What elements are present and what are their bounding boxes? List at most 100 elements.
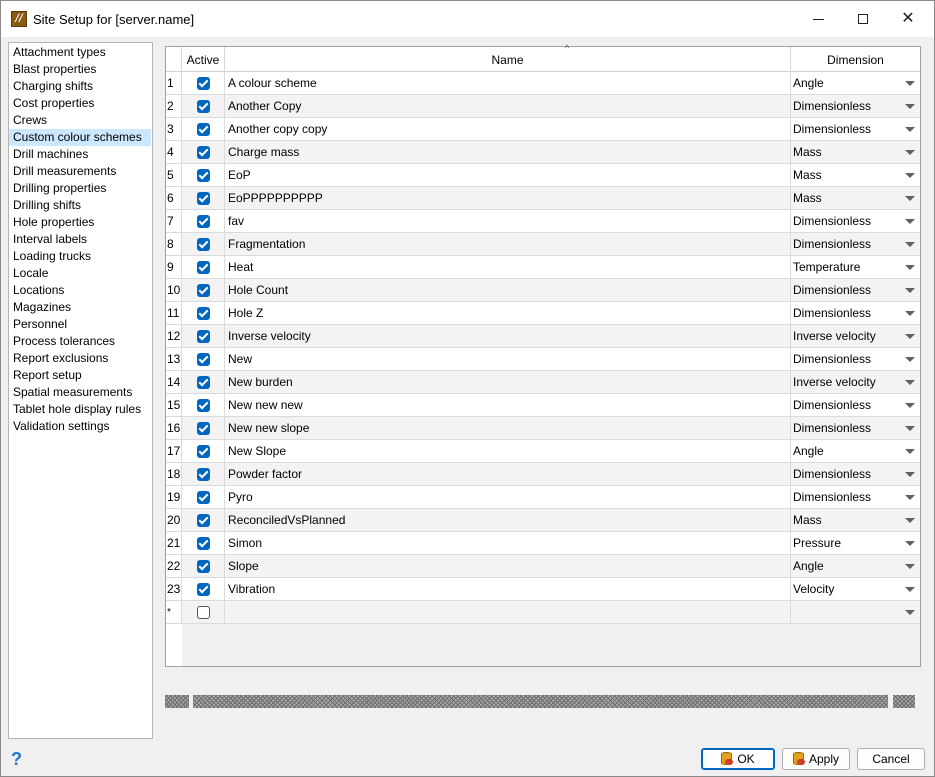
table-row[interactable]: 9 Heat Temperature bbox=[166, 256, 920, 279]
active-checkbox[interactable] bbox=[197, 261, 210, 274]
sidebar-item[interactable]: Loading trucks bbox=[9, 248, 152, 265]
active-checkbox[interactable] bbox=[197, 330, 210, 343]
active-checkbox[interactable] bbox=[197, 169, 210, 182]
sidebar-item[interactable]: Crews bbox=[9, 112, 152, 129]
dimension-dropdown[interactable]: Dimensionless bbox=[791, 394, 920, 416]
table-row[interactable]: 7 fav Dimensionless bbox=[166, 210, 920, 233]
name-cell[interactable]: Fragmentation bbox=[225, 233, 791, 255]
dimension-dropdown[interactable]: Angle bbox=[791, 72, 920, 94]
name-cell[interactable]: Vibration bbox=[225, 578, 791, 600]
name-cell[interactable]: Another Copy bbox=[225, 95, 791, 117]
name-cell[interactable]: Hole Count bbox=[225, 279, 791, 301]
table-row[interactable]: 23 Vibration Velocity bbox=[166, 578, 920, 601]
table-row[interactable]: 10 Hole Count Dimensionless bbox=[166, 279, 920, 302]
sidebar-item[interactable]: Charging shifts bbox=[9, 78, 152, 95]
table-row[interactable]: 12 Inverse velocity Inverse velocity bbox=[166, 325, 920, 348]
table-row[interactable]: 22 Slope Angle bbox=[166, 555, 920, 578]
table-row[interactable]: 21 Simon Pressure bbox=[166, 532, 920, 555]
dimension-dropdown[interactable]: Dimensionless bbox=[791, 95, 920, 117]
name-cell[interactable]: New new slope bbox=[225, 417, 791, 439]
table-row[interactable]: 13 New Dimensionless bbox=[166, 348, 920, 371]
column-header-name[interactable]: ^ Name bbox=[225, 43, 791, 72]
table-row[interactable]: 8 Fragmentation Dimensionless bbox=[166, 233, 920, 256]
sidebar-item[interactable]: Locations bbox=[9, 282, 152, 299]
active-checkbox[interactable] bbox=[197, 215, 210, 228]
name-cell[interactable]: New new new bbox=[225, 394, 791, 416]
name-cell[interactable]: New bbox=[225, 348, 791, 370]
table-row[interactable]: 6 EoPPPPPPPPPP Mass bbox=[166, 187, 920, 210]
sidebar-item[interactable]: Drilling shifts bbox=[9, 197, 152, 214]
dimension-dropdown[interactable]: Mass bbox=[791, 141, 920, 163]
sidebar-item[interactable]: Drill machines bbox=[9, 146, 152, 163]
dimension-dropdown[interactable]: Mass bbox=[791, 164, 920, 186]
dimension-dropdown[interactable] bbox=[791, 601, 920, 623]
active-checkbox[interactable] bbox=[197, 583, 210, 596]
name-cell[interactable]: Simon bbox=[225, 532, 791, 554]
table-row[interactable]: 17 New Slope Angle bbox=[166, 440, 920, 463]
table-row[interactable]: 18 Powder factor Dimensionless bbox=[166, 463, 920, 486]
name-cell[interactable]: Charge mass bbox=[225, 141, 791, 163]
active-checkbox[interactable] bbox=[197, 514, 210, 527]
active-checkbox[interactable] bbox=[197, 468, 210, 481]
dimension-dropdown[interactable]: Dimensionless bbox=[791, 279, 920, 301]
sidebar-item[interactable]: Custom colour schemes bbox=[9, 129, 151, 146]
apply-button[interactable]: Apply bbox=[782, 748, 850, 770]
table-row[interactable]: 19 Pyro Dimensionless bbox=[166, 486, 920, 509]
name-cell[interactable]: Hole Z bbox=[225, 302, 791, 324]
dimension-dropdown[interactable]: Inverse velocity bbox=[791, 325, 920, 347]
sidebar-item[interactable]: Personnel bbox=[9, 316, 152, 333]
table-row[interactable]: 4 Charge mass Mass bbox=[166, 141, 920, 164]
name-cell[interactable]: Another copy copy bbox=[225, 118, 791, 140]
sidebar-item[interactable]: Drilling properties bbox=[9, 180, 152, 197]
active-checkbox[interactable] bbox=[197, 146, 210, 159]
active-checkbox[interactable] bbox=[197, 606, 210, 619]
name-cell[interactable]: Powder factor bbox=[225, 463, 791, 485]
table-row[interactable]: 14 New burden Inverse velocity bbox=[166, 371, 920, 394]
name-cell[interactable]: Pyro bbox=[225, 486, 791, 508]
dimension-dropdown[interactable]: Dimensionless bbox=[791, 302, 920, 324]
table-row[interactable]: 15 New new new Dimensionless bbox=[166, 394, 920, 417]
name-cell[interactable]: EoP bbox=[225, 164, 791, 186]
dimension-dropdown[interactable]: Dimensionless bbox=[791, 210, 920, 232]
ok-button[interactable]: OK bbox=[701, 748, 775, 770]
dimension-dropdown[interactable]: Angle bbox=[791, 555, 920, 577]
active-checkbox[interactable] bbox=[197, 284, 210, 297]
dimension-dropdown[interactable]: Temperature bbox=[791, 256, 920, 278]
dimension-dropdown[interactable]: Inverse velocity bbox=[791, 371, 920, 393]
minimize-button[interactable] bbox=[796, 1, 842, 37]
new-row[interactable]: * bbox=[166, 601, 920, 624]
name-cell[interactable]: ReconciledVsPlanned bbox=[225, 509, 791, 531]
splitter-handle-right[interactable] bbox=[893, 695, 915, 708]
active-checkbox[interactable] bbox=[197, 537, 210, 550]
dimension-dropdown[interactable]: Dimensionless bbox=[791, 118, 920, 140]
dimension-dropdown[interactable]: Dimensionless bbox=[791, 417, 920, 439]
dimension-dropdown[interactable]: Mass bbox=[791, 187, 920, 209]
active-checkbox[interactable] bbox=[197, 399, 210, 412]
sidebar-item[interactable]: Tablet hole display rules bbox=[9, 401, 152, 418]
dimension-dropdown[interactable]: Dimensionless bbox=[791, 348, 920, 370]
name-cell[interactable]: fav bbox=[225, 210, 791, 232]
cancel-button[interactable]: Cancel bbox=[857, 748, 925, 770]
dimension-dropdown[interactable]: Velocity bbox=[791, 578, 920, 600]
active-checkbox[interactable] bbox=[197, 77, 210, 90]
table-row[interactable]: 11 Hole Z Dimensionless bbox=[166, 302, 920, 325]
active-checkbox[interactable] bbox=[197, 376, 210, 389]
sidebar-item[interactable]: Cost properties bbox=[9, 95, 152, 112]
table-row[interactable]: 5 EoP Mass bbox=[166, 164, 920, 187]
sidebar-item[interactable]: Spatial measurements bbox=[9, 384, 152, 401]
sidebar-item[interactable]: Blast properties bbox=[9, 61, 152, 78]
close-button[interactable]: ✕ bbox=[885, 1, 931, 37]
active-checkbox[interactable] bbox=[197, 238, 210, 251]
sidebar-item[interactable]: Magazines bbox=[9, 299, 152, 316]
name-cell[interactable]: Heat bbox=[225, 256, 791, 278]
active-checkbox[interactable] bbox=[197, 100, 210, 113]
sidebar-item[interactable]: Hole properties bbox=[9, 214, 152, 231]
dimension-dropdown[interactable]: Mass bbox=[791, 509, 920, 531]
sidebar-item[interactable]: Attachment types bbox=[9, 44, 152, 61]
active-checkbox[interactable] bbox=[197, 123, 210, 136]
active-checkbox[interactable] bbox=[197, 192, 210, 205]
dimension-dropdown[interactable]: Angle bbox=[791, 440, 920, 462]
name-cell[interactable]: Slope bbox=[225, 555, 791, 577]
dimension-dropdown[interactable]: Pressure bbox=[791, 532, 920, 554]
name-cell[interactable]: Inverse velocity bbox=[225, 325, 791, 347]
